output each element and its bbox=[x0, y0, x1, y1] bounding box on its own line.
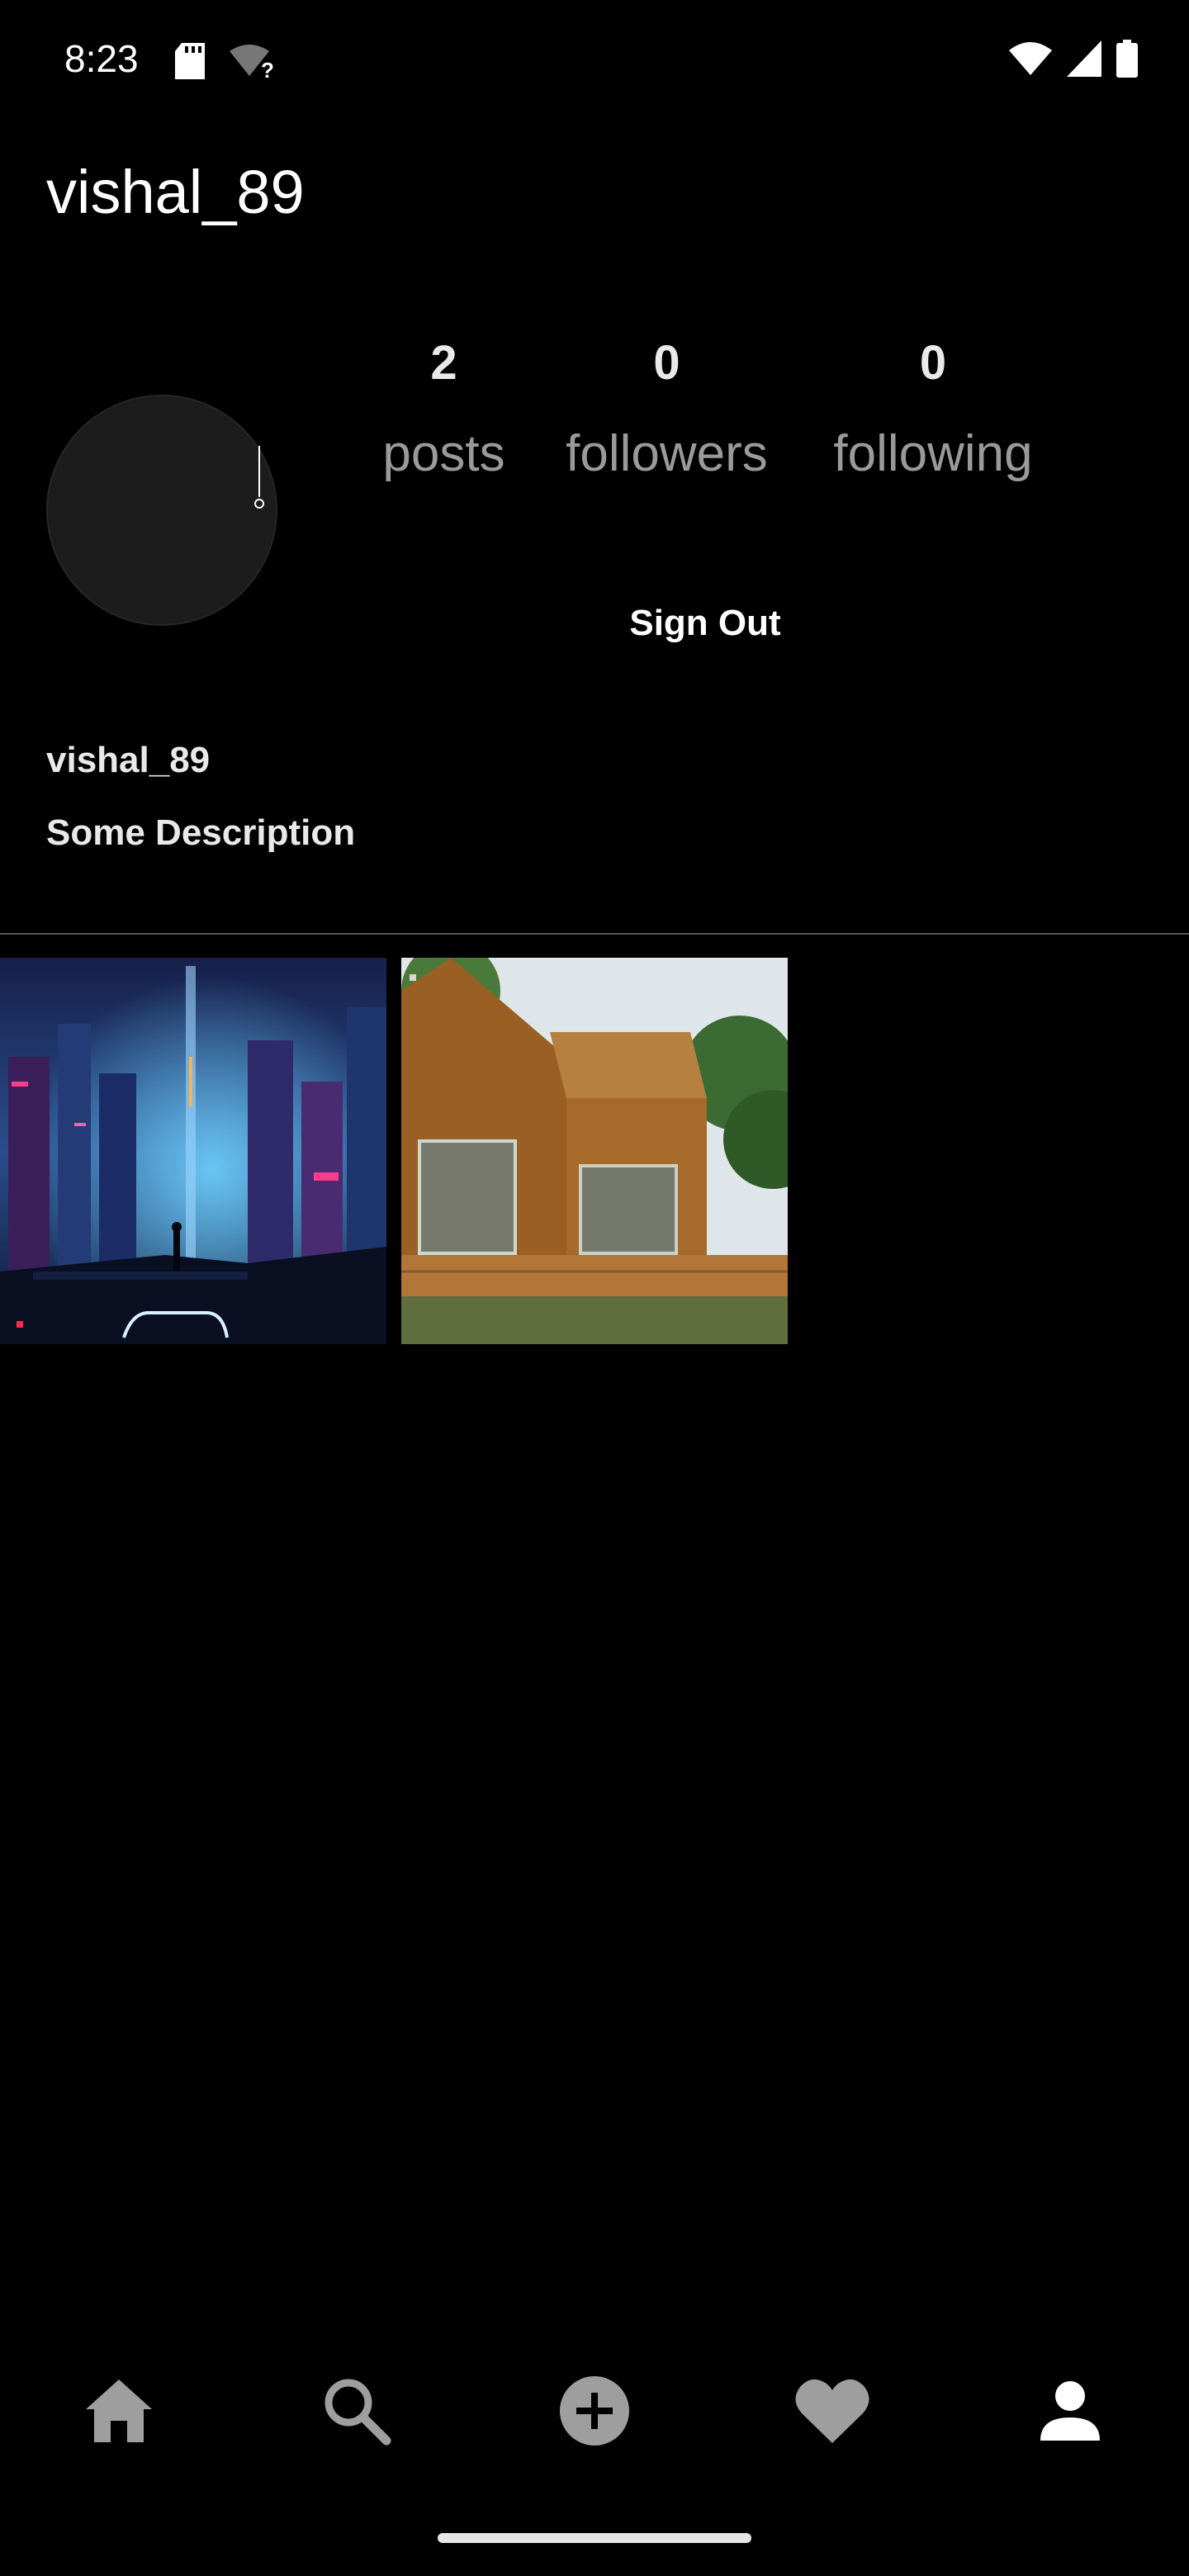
status-bar: 8:23 ? bbox=[0, 0, 1189, 124]
page-title: vishal_89 bbox=[46, 158, 305, 226]
wifi-icon bbox=[1009, 40, 1052, 81]
cyberpunk-city-image bbox=[0, 958, 386, 1344]
stat-following[interactable]: 0 following bbox=[809, 330, 1057, 487]
nav-activity[interactable] bbox=[783, 2361, 882, 2460]
activity-heart-icon bbox=[795, 2379, 869, 2443]
wooden-house-image bbox=[401, 958, 788, 1344]
profile-name: vishal_89 bbox=[46, 740, 211, 780]
profile-icon bbox=[1040, 2381, 1100, 2441]
followers-label: followers bbox=[566, 425, 768, 482]
nav-search[interactable] bbox=[307, 2361, 406, 2460]
posts-label: posts bbox=[382, 425, 505, 482]
followers-count: 0 bbox=[653, 336, 680, 390]
cell-signal-icon bbox=[1067, 40, 1101, 81]
nav-home[interactable] bbox=[69, 2361, 168, 2460]
bottom-navigation bbox=[0, 2361, 1189, 2460]
nav-profile[interactable] bbox=[1021, 2361, 1120, 2460]
avatar-placeholder-icon bbox=[254, 446, 264, 509]
divider bbox=[0, 933, 1189, 935]
profile-description: Some Description bbox=[46, 812, 356, 853]
following-label: following bbox=[833, 425, 1033, 482]
status-time: 8:23 bbox=[64, 37, 139, 80]
avatar[interactable] bbox=[46, 395, 277, 626]
home-indicator[interactable] bbox=[438, 2533, 751, 2543]
post-thumbnail[interactable] bbox=[401, 958, 788, 1344]
search-icon bbox=[324, 2379, 391, 2446]
posts-count: 2 bbox=[430, 336, 457, 390]
stat-posts[interactable]: 2 posts bbox=[355, 330, 533, 487]
post-thumbnail[interactable] bbox=[0, 958, 386, 1344]
add-post-icon bbox=[560, 2376, 629, 2446]
wifi-unknown-icon: ? bbox=[230, 43, 279, 83]
battery-icon bbox=[1116, 40, 1138, 82]
nav-add-post[interactable] bbox=[545, 2361, 644, 2460]
stat-followers[interactable]: 0 followers bbox=[545, 330, 789, 487]
svg-text:?: ? bbox=[261, 58, 274, 79]
sign-out-button[interactable]: Sign Out bbox=[578, 594, 832, 652]
home-icon bbox=[86, 2379, 152, 2442]
sd-card-icon bbox=[175, 43, 205, 83]
system-indicators bbox=[1009, 40, 1138, 82]
following-count: 0 bbox=[919, 336, 947, 390]
